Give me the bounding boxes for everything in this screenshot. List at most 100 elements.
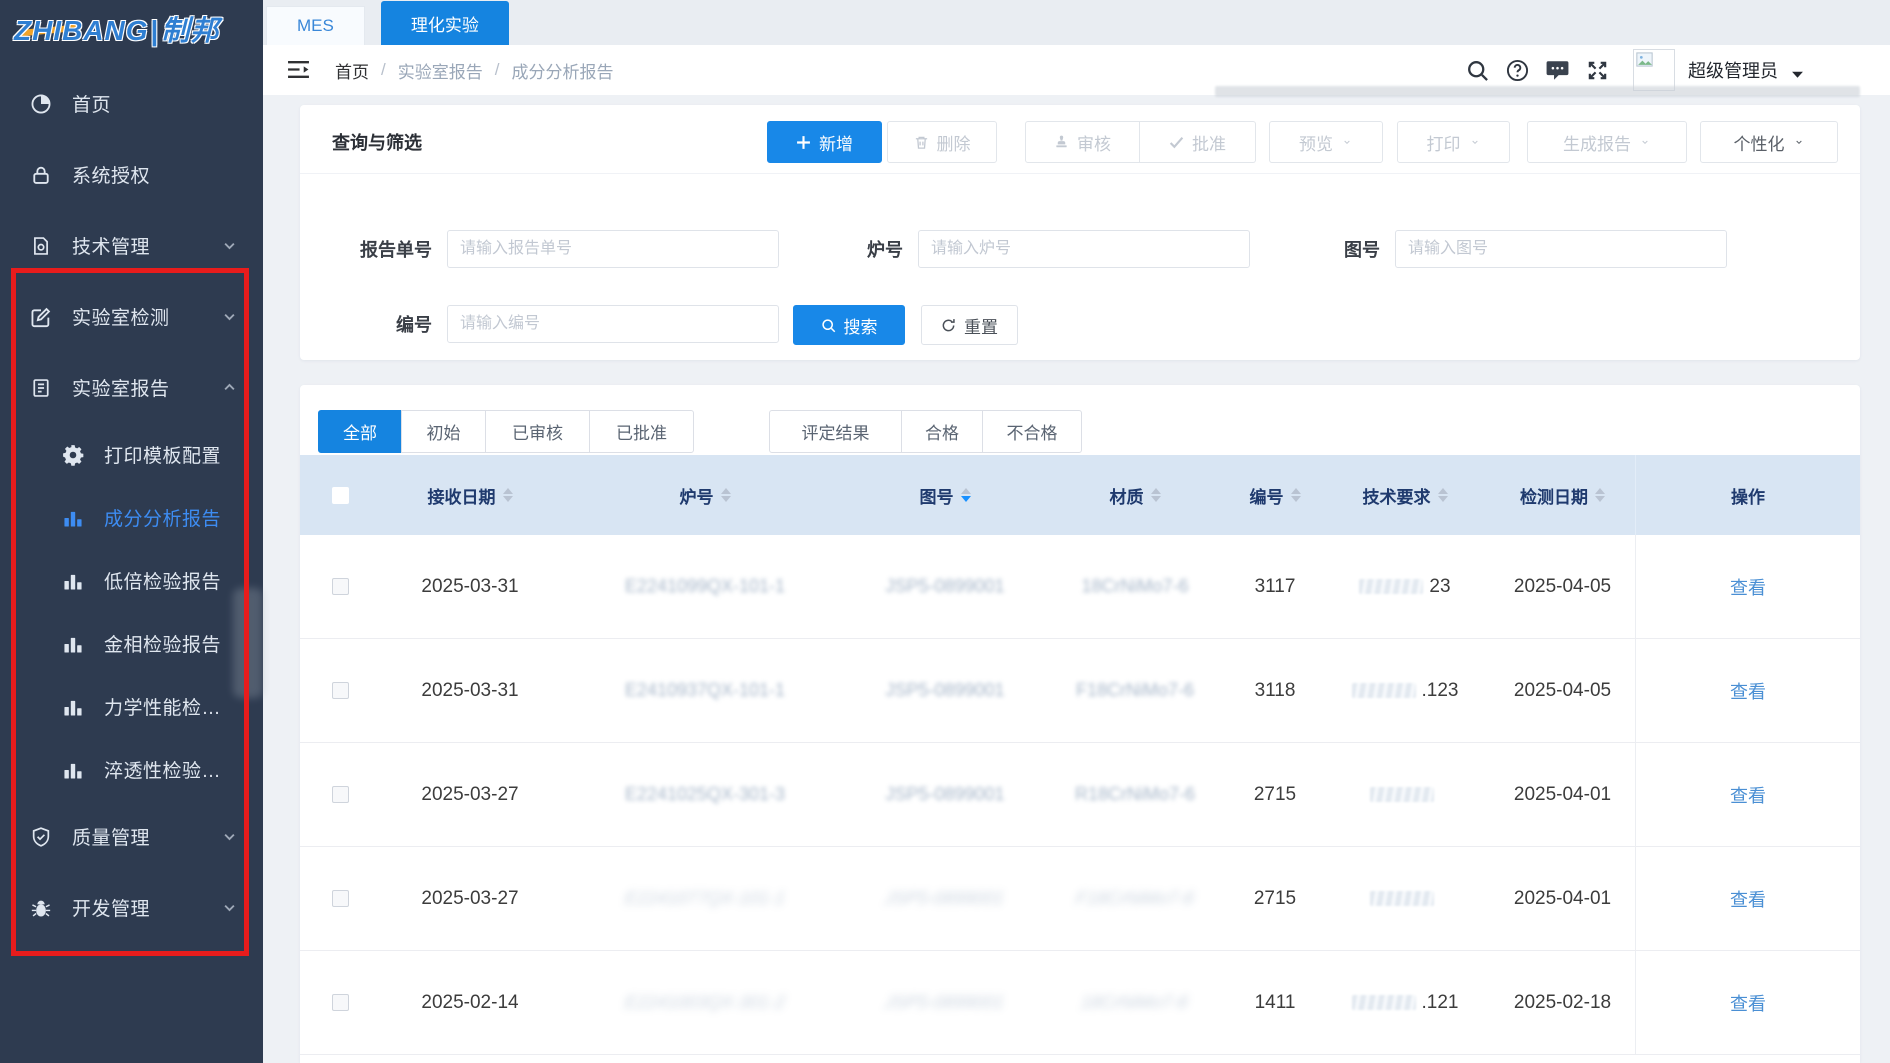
top-tab-0[interactable]: MES xyxy=(266,6,365,45)
col-header-test-date[interactable]: 检测日期 xyxy=(1490,455,1635,535)
row-checkbox[interactable] xyxy=(332,578,349,595)
col-header-furnace-no[interactable]: 炉号 xyxy=(560,455,850,535)
sidebar-item-6[interactable]: 成分分析报告 xyxy=(0,486,263,549)
table-header: 接收日期炉号图号材质编号技术要求检测日期操作 xyxy=(300,455,1860,535)
toolbar-button-review[interactable]: 审核 xyxy=(1025,121,1140,163)
redacted-text: JSP5-0899001 xyxy=(883,888,1007,909)
breadcrumb-item-1[interactable]: 实验室报告 xyxy=(398,58,483,83)
gear-icon xyxy=(62,444,84,466)
cell-tech-req xyxy=(1320,743,1490,846)
toolbar-button-preview[interactable]: 预览 xyxy=(1269,121,1383,163)
toolbar-button-delete[interactable]: 删除 xyxy=(887,121,997,163)
redaction-smudge xyxy=(1370,787,1434,802)
row-checkbox[interactable] xyxy=(332,994,349,1011)
result-tab-0[interactable]: 评定结果 xyxy=(769,410,902,453)
cell-receive-date: 2025-03-31 xyxy=(380,535,560,638)
cell-material: 18CrNiMo7-6 xyxy=(1040,951,1230,1054)
result-tab-1[interactable]: 合格 xyxy=(901,410,983,453)
status-tab-3[interactable]: 已批准 xyxy=(589,410,694,453)
status-tab-1[interactable]: 初始 xyxy=(401,410,486,453)
bar-chart-icon xyxy=(62,633,84,655)
reset-button[interactable]: 重置 xyxy=(921,305,1018,345)
view-link[interactable]: 查看 xyxy=(1730,782,1766,808)
view-link[interactable]: 查看 xyxy=(1730,678,1766,704)
cell-test-date: 2025-04-01 xyxy=(1490,743,1635,846)
bar-chart-icon xyxy=(62,759,84,781)
user-name[interactable]: 超级管理员 xyxy=(1688,57,1778,83)
breadcrumb-item-2[interactable]: 成分分析报告 xyxy=(511,58,613,83)
top-tab-1[interactable]: 理化实验 xyxy=(381,1,509,45)
view-link[interactable]: 查看 xyxy=(1730,990,1766,1016)
toolbar-button-generate-report[interactable]: 生成报告 xyxy=(1527,121,1687,163)
sidebar-collapse-icon[interactable] xyxy=(287,59,310,80)
sort-icons xyxy=(1595,488,1605,502)
chevron-up-icon xyxy=(222,380,237,395)
sidebar-item-3[interactable]: 实验室检测 xyxy=(0,281,263,352)
sidebar: ZHIBANG|制邦 首页系统授权技术管理实验室检测实验室报告打印模板配置成分分… xyxy=(0,0,263,1063)
col-header-tech-req[interactable]: 技术要求 xyxy=(1320,455,1490,535)
logo: ZHIBANG|制邦 xyxy=(0,0,263,57)
sort-icons xyxy=(721,488,731,502)
col-header-check[interactable] xyxy=(300,455,380,535)
toolbar-button-print[interactable]: 打印 xyxy=(1397,121,1510,163)
help-icon[interactable] xyxy=(1506,59,1529,82)
cell-material: 18CrNiMo7-6 xyxy=(1040,535,1230,638)
toolbar-button-personalize[interactable]: 个性化 xyxy=(1700,121,1838,163)
sidebar-item-12[interactable]: 开发管理 xyxy=(0,872,263,943)
logo-brand-cn: 制邦 xyxy=(161,15,219,46)
search-button[interactable]: 搜索 xyxy=(793,305,905,345)
row-checkbox[interactable] xyxy=(332,890,349,907)
view-link[interactable]: 查看 xyxy=(1730,886,1766,912)
code-field-input[interactable] xyxy=(447,305,779,343)
sort-icons xyxy=(1438,488,1448,502)
message-icon[interactable] xyxy=(1546,59,1569,82)
toolbar-button-add[interactable]: 新增 xyxy=(767,121,882,163)
search-button-label: 搜索 xyxy=(844,313,878,338)
search-icon[interactable] xyxy=(1466,59,1489,82)
sidebar-item-8[interactable]: 金相检验报告 xyxy=(0,612,263,675)
toolbar-button-label: 打印 xyxy=(1427,130,1461,155)
sidebar-item-0[interactable]: 首页 xyxy=(0,68,263,139)
report-no-field-input[interactable] xyxy=(447,230,779,268)
sidebar-item-11[interactable]: 质量管理 xyxy=(0,801,263,872)
furnace-no-field: 炉号 xyxy=(843,230,1250,268)
breadcrumb-item-0[interactable]: 首页 xyxy=(335,58,369,83)
row-checkbox[interactable] xyxy=(332,682,349,699)
sidebar-item-5[interactable]: 打印模板配置 xyxy=(0,423,263,486)
cell-check xyxy=(300,743,380,846)
avatar[interactable] xyxy=(1633,49,1675,91)
sidebar-item-7[interactable]: 低倍检验报告 xyxy=(0,549,263,612)
toolbar-button-approve[interactable]: 批准 xyxy=(1140,121,1256,163)
row-checkbox[interactable] xyxy=(332,786,349,803)
col-header-code[interactable]: 编号 xyxy=(1230,455,1320,535)
status-tab-0[interactable]: 全部 xyxy=(318,410,402,453)
select-all-checkbox[interactable] xyxy=(332,487,349,504)
status-tab-2[interactable]: 已审核 xyxy=(485,410,590,453)
chevron-down-icon xyxy=(1793,138,1805,146)
cell-text: 2025-03-31 xyxy=(421,576,518,598)
furnace-no-field-input[interactable] xyxy=(918,230,1250,268)
cell-test-date: 2025-04-01 xyxy=(1490,847,1635,950)
filter-title: 查询与筛选 xyxy=(332,129,422,155)
sidebar-item-4[interactable]: 实验室报告 xyxy=(0,352,263,423)
col-header-receive-date[interactable]: 接收日期 xyxy=(380,455,560,535)
drawing-no-field-input[interactable] xyxy=(1395,230,1727,268)
sidebar-item-9[interactable]: 力学性能检… xyxy=(0,675,263,738)
status-tab-label: 已批准 xyxy=(616,419,667,444)
sidebar-item-10[interactable]: 淬透性检验… xyxy=(0,738,263,801)
user-menu-caret-icon[interactable] xyxy=(1791,66,1804,75)
sidebar-item-1[interactable]: 系统授权 xyxy=(0,139,263,210)
result-tab-2[interactable]: 不合格 xyxy=(982,410,1082,453)
redacted-text: E2241003QX-301-2 xyxy=(623,992,788,1013)
sidebar-item-2[interactable]: 技术管理 xyxy=(0,210,263,281)
fullscreen-icon[interactable] xyxy=(1586,59,1609,82)
sort-icons xyxy=(503,488,513,502)
cell-material: F18CrNiMo7-6 xyxy=(1040,639,1230,742)
col-header-material[interactable]: 材质 xyxy=(1040,455,1230,535)
col-header-drawing-no[interactable]: 图号 xyxy=(850,455,1040,535)
chevron-down-icon xyxy=(1341,138,1353,146)
view-link[interactable]: 查看 xyxy=(1730,574,1766,600)
table-row-0: 2025-03-31E2241099QX-101-1JSP5-089900118… xyxy=(300,535,1860,639)
broken-image-icon xyxy=(1636,52,1653,67)
toolbar-button-label: 新增 xyxy=(819,130,853,155)
